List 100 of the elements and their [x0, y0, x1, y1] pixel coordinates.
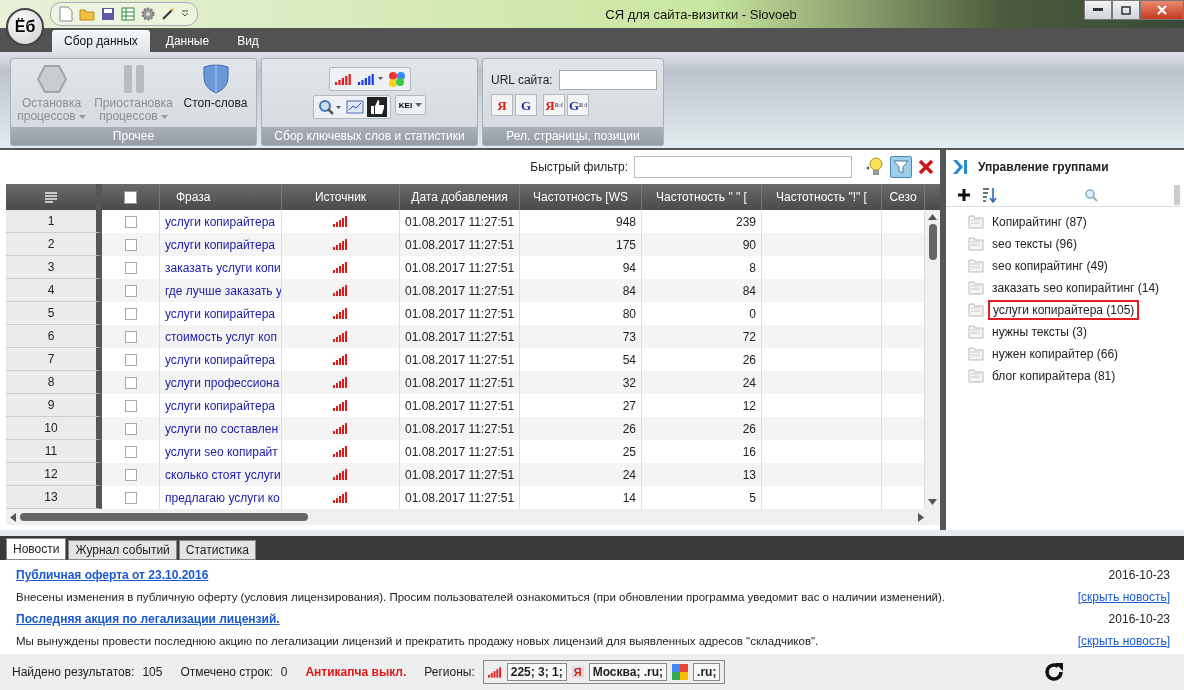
select-all-checkbox[interactable]	[124, 190, 137, 204]
quick-filter-input[interactable]	[634, 156, 852, 178]
colored-dots-icon[interactable]	[386, 70, 407, 88]
row-checkbox[interactable]	[124, 468, 137, 481]
close-icon[interactable]	[918, 159, 934, 175]
maximize-button[interactable]	[1112, 0, 1140, 20]
filter-button[interactable]	[890, 156, 912, 178]
row-checkbox[interactable]	[124, 399, 137, 412]
row-number: 3	[6, 256, 102, 279]
status-label: Отмечено строк:	[180, 665, 273, 679]
new-document-icon[interactable]	[59, 6, 73, 22]
url-input[interactable]	[558, 70, 657, 90]
row-checkbox[interactable]	[124, 445, 137, 458]
minimize-button[interactable]	[1084, 0, 1112, 20]
search-engine-button[interactable]: Я	[491, 94, 513, 116]
news-title-link[interactable]: Последняя акция по легализации лицензий.	[16, 612, 280, 626]
row-checkbox[interactable]	[124, 491, 137, 504]
news-title-link[interactable]: Публичная оферта от 23.10.2016	[16, 568, 209, 582]
tab[interactable]: Журнал событий	[68, 540, 177, 560]
ribbon-tab[interactable]: Сбор данных	[52, 30, 150, 52]
group-item[interactable]: seo тексты (96)	[988, 235, 1081, 253]
hide-news-link[interactable]: [скрыть новость]	[1077, 590, 1170, 604]
wordstat-icon	[333, 422, 348, 435]
group-item[interactable]: нужен копирайтер (66)	[988, 345, 1123, 363]
group-label: Рел. страницы, позиции	[483, 127, 663, 145]
thumbs-up-icon[interactable]	[366, 97, 387, 117]
group-item[interactable]: блог копирайтера (81)	[988, 367, 1120, 385]
wordstat-icon	[333, 376, 348, 389]
folder-icon	[968, 347, 984, 361]
wordstat-icon	[333, 399, 348, 412]
settings-icon[interactable]	[141, 7, 155, 21]
app-logo[interactable]: Ёб	[6, 8, 44, 46]
add-icon[interactable]	[958, 189, 970, 201]
collapse-panel-icon[interactable]	[952, 159, 968, 175]
news-date: 2016-10-23	[1108, 568, 1170, 582]
hide-news-link[interactable]: [скрыть новость]	[1077, 634, 1170, 648]
status-label: Регионы:	[424, 665, 475, 679]
row-checkbox[interactable]	[124, 238, 137, 251]
search-icon[interactable]	[316, 98, 343, 116]
kei-dropdown[interactable]: KEI	[394, 95, 427, 115]
close-button[interactable]	[1140, 0, 1184, 20]
group-item[interactable]: Копирайтинг (87)	[988, 213, 1091, 231]
scroll-thumb[interactable]	[20, 513, 308, 521]
folder-icon	[968, 369, 984, 383]
wordstat-icon	[333, 284, 348, 297]
group-item[interactable]: услуги копирайтера (105)	[988, 300, 1140, 320]
dropdown-icon[interactable]	[181, 10, 189, 18]
news-text: Внесены изменения в публичную оферту (условия лицензирования). Просим пользователей ознакомиться (при обновлении программа уведомит вас о наличии изменений).	[16, 591, 946, 603]
row-number: 7	[6, 348, 102, 371]
folder-icon	[968, 303, 984, 317]
ribbon-button[interactable]: Стоп-слова	[175, 63, 256, 110]
refresh-icon[interactable]	[1043, 661, 1066, 683]
tab[interactable]: Статистика	[178, 540, 256, 560]
row-number: 5	[6, 302, 102, 325]
scroll-up-icon[interactable]	[928, 214, 937, 220]
magic-wand-icon[interactable]	[161, 7, 175, 21]
row-number: 11	[6, 440, 102, 463]
tab[interactable]: Новости	[6, 538, 67, 560]
scroll-down-icon[interactable]	[928, 499, 937, 505]
row-checkbox[interactable]	[124, 330, 137, 343]
ribbon-tab[interactable]: Вид	[225, 30, 271, 52]
lightbulb-icon[interactable]	[864, 156, 884, 178]
row-number: 13	[6, 486, 102, 509]
scroll-thumb[interactable]	[928, 224, 937, 260]
save-icon[interactable]	[101, 7, 115, 21]
spreadsheet-icon[interactable]	[121, 7, 135, 21]
scroll-right-icon[interactable]	[918, 512, 924, 522]
row-number: 4	[6, 279, 102, 302]
row-checkbox[interactable]	[124, 422, 137, 435]
scroll-left-icon[interactable]	[10, 512, 16, 522]
row-checkbox[interactable]	[124, 215, 137, 228]
chart-icon[interactable]	[332, 71, 353, 87]
regions-panel[interactable]: 225; 3; 1; Я Москва; .ru; .ru;	[482, 660, 726, 684]
column-settings-icon[interactable]	[44, 191, 58, 203]
folder-icon[interactable]	[79, 7, 95, 21]
group-item[interactable]: заказать seo копирайтинг (14)	[988, 279, 1164, 297]
row-checkbox[interactable]	[124, 261, 137, 274]
search-engine-button[interactable]: G	[515, 94, 537, 116]
group-item[interactable]: нужны тексты (3)	[988, 323, 1091, 341]
row-checkbox[interactable]	[124, 284, 137, 297]
group-item[interactable]: seo копирайтинг (49)	[988, 257, 1112, 275]
row-checkbox[interactable]	[124, 353, 137, 366]
window-title: СЯ для сайта-визитки - Slovoeb	[604, 6, 798, 22]
row-number: 12	[6, 463, 102, 486]
anticaptcha-status: Антикапча выкл.	[305, 665, 407, 679]
caret-icon	[415, 103, 423, 107]
row-checkbox[interactable]	[124, 307, 137, 320]
panel-title: Управление группами	[978, 160, 1109, 174]
wordstat-icon	[487, 665, 502, 679]
folder-icon	[968, 237, 984, 251]
vertical-scrollbar[interactable]	[925, 210, 940, 509]
folder-icon	[968, 215, 984, 229]
horizontal-scrollbar[interactable]	[6, 509, 940, 525]
chart-icon[interactable]	[355, 71, 384, 87]
region-value: .ru;	[693, 663, 721, 681]
sort-icon[interactable]	[980, 186, 998, 204]
chart-icon[interactable]	[345, 99, 364, 115]
ribbon-tab[interactable]: Данные	[153, 30, 222, 52]
row-checkbox[interactable]	[124, 376, 137, 389]
close-icon	[1156, 5, 1168, 15]
